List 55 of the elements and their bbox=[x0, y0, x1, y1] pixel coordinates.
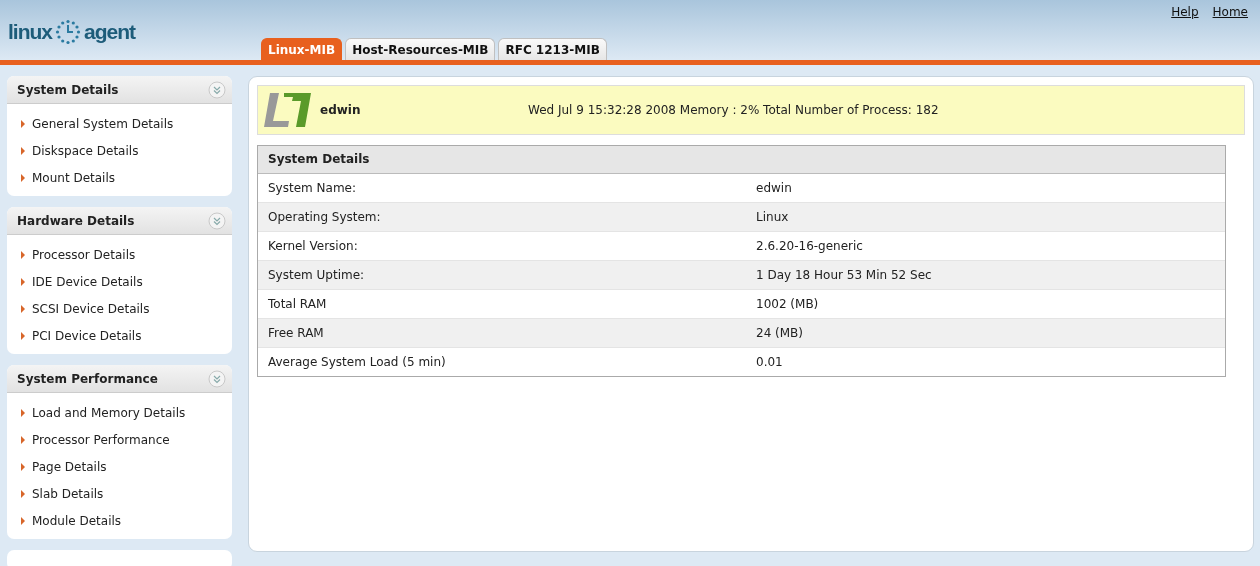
table-cell-text: Operating System: bbox=[268, 210, 382, 224]
sidebar-link[interactable]: IDE Device Details bbox=[32, 274, 143, 289]
table-cell: 24 (MB) bbox=[756, 326, 804, 340]
logo-text: agent bbox=[84, 20, 136, 44]
sidebar-link[interactable]: Module Details bbox=[32, 513, 122, 528]
bullet-icon bbox=[21, 146, 25, 155]
sidebar-link[interactable]: General System Details bbox=[32, 116, 174, 131]
table-cell: 1002 (MB) bbox=[756, 297, 819, 311]
bullet-icon bbox=[21, 516, 25, 525]
table-cell-text: Free RAM bbox=[268, 326, 325, 340]
bullet-icon bbox=[21, 408, 25, 417]
table-cell-text: System Uptime: bbox=[268, 268, 366, 282]
table-cell-text: Average System Load (5 min) bbox=[268, 355, 447, 369]
host-name: edwin bbox=[320, 103, 362, 117]
sidebar-link[interactable]: Page Details bbox=[32, 459, 107, 474]
sidebar-link[interactable]: SCSI Device Details bbox=[32, 301, 150, 316]
tab[interactable]: RFC 1213-MIB bbox=[498, 38, 607, 60]
bullet-icon bbox=[21, 331, 25, 340]
collapse-icon[interactable] bbox=[208, 211, 226, 230]
table-cell: Linux bbox=[756, 210, 789, 224]
sidebar-link[interactable]: Slab Details bbox=[32, 486, 104, 501]
sidebar-link[interactable]: PCI Device Details bbox=[32, 328, 142, 343]
bullet-icon bbox=[21, 250, 25, 259]
sidebar-link[interactable]: Processor Performance bbox=[32, 432, 170, 447]
table-cell: 0.01 bbox=[756, 355, 783, 369]
nav-link[interactable]: Help bbox=[1171, 5, 1199, 19]
sidebar-link[interactable]: Processor Details bbox=[32, 247, 136, 262]
bullet-icon bbox=[21, 435, 25, 444]
sidebar-link[interactable]: Mount Details bbox=[32, 170, 116, 185]
panel-title: System Details bbox=[17, 82, 119, 97]
tab[interactable]: Host-Resources-MIB bbox=[345, 38, 496, 60]
panel-title: System Performance bbox=[17, 371, 158, 386]
nav-link[interactable]: Home bbox=[1212, 5, 1248, 19]
table-cell-text: Total RAM bbox=[268, 297, 328, 311]
bullet-icon bbox=[21, 277, 25, 286]
table-cell: 2.6.20-16-generic bbox=[756, 239, 863, 253]
collapse-icon[interactable] bbox=[208, 369, 226, 388]
table-cell-text: Kernel Version: bbox=[268, 239, 359, 253]
table-header: System Details bbox=[258, 146, 1225, 174]
bullet-icon bbox=[21, 462, 25, 471]
bullet-icon bbox=[21, 489, 25, 498]
clock-icon bbox=[55, 19, 81, 45]
table-cell: 1 Day 18 Hour 53 Min 52 Sec bbox=[756, 268, 932, 282]
table-cell: edwin bbox=[756, 181, 792, 195]
status-text: Wed Jul 9 15:32:28 2008 Memory : 2% Total Number of Process: 182 bbox=[528, 103, 939, 117]
logo-icon bbox=[264, 91, 312, 129]
sidebar-link[interactable]: Load and Memory Details bbox=[32, 405, 186, 420]
bullet-icon bbox=[21, 304, 25, 313]
sidebar-link[interactable]: Diskspace Details bbox=[32, 143, 139, 158]
bullet-icon bbox=[21, 173, 25, 182]
bullet-icon bbox=[21, 119, 25, 128]
collapse-icon[interactable] bbox=[208, 80, 226, 99]
logo-text: linux bbox=[8, 20, 52, 44]
table-cell-text: System Name: bbox=[268, 181, 357, 195]
panel-title: Hardware Details bbox=[17, 213, 135, 228]
